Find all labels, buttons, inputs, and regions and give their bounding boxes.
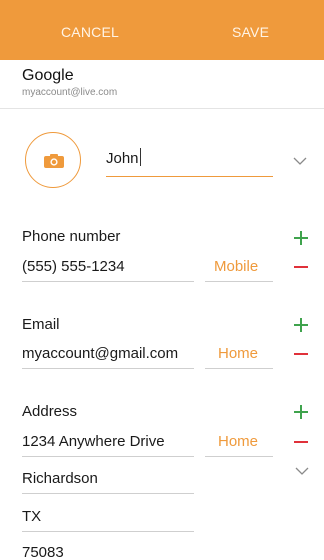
save-button[interactable]: SAVE (232, 24, 269, 40)
add-phone-plus-icon[interactable] (294, 231, 308, 245)
camera-icon (44, 154, 64, 168)
city-input[interactable]: Richardson (22, 470, 98, 487)
street-input[interactable]: 1234 Anywhere Drive (22, 433, 165, 450)
phone-type-selector[interactable]: Mobile (214, 258, 258, 275)
add-email-plus-icon[interactable] (294, 318, 308, 332)
name-input-value: John (106, 150, 139, 167)
state-input-underline (22, 531, 194, 532)
email-input[interactable]: myaccount@gmail.com (22, 345, 178, 362)
address-type-underline (205, 456, 273, 457)
email-section-label: Email (22, 316, 60, 333)
add-address-plus-icon[interactable] (294, 405, 308, 419)
address-type-selector[interactable]: Home (218, 433, 258, 450)
email-type-underline (205, 368, 273, 369)
remove-address-minus-icon[interactable] (294, 441, 308, 443)
address-section-label: Address (22, 403, 78, 420)
phone-section-label: Phone number (22, 228, 121, 245)
email-input-underline (22, 368, 194, 369)
divider (0, 108, 324, 109)
account-email: myaccount@live.com (22, 87, 118, 98)
name-input-underline (106, 176, 273, 177)
chevron-down-icon[interactable] (295, 467, 309, 475)
name-input[interactable]: John (106, 148, 141, 168)
phone-type-underline (205, 281, 273, 282)
chevron-down-icon[interactable] (293, 157, 307, 165)
contact-photo-button[interactable] (25, 132, 81, 188)
remove-email-minus-icon[interactable] (294, 353, 308, 355)
city-input-underline (22, 493, 194, 494)
text-cursor (139, 148, 141, 167)
email-type-selector[interactable]: Home (218, 345, 258, 362)
top-app-bar: CANCEL SAVE (0, 0, 324, 60)
cancel-button[interactable]: CANCEL (61, 24, 119, 40)
state-input[interactable]: TX (22, 508, 41, 525)
zip-input[interactable]: 75083 (22, 544, 64, 560)
phone-input[interactable]: (555) 555-1234 (22, 258, 125, 275)
account-name: Google (22, 67, 74, 84)
remove-phone-minus-icon[interactable] (294, 266, 308, 268)
account-selector[interactable]: Google myaccount@live.com (22, 67, 117, 98)
phone-input-underline (22, 281, 194, 282)
street-input-underline (22, 456, 194, 457)
